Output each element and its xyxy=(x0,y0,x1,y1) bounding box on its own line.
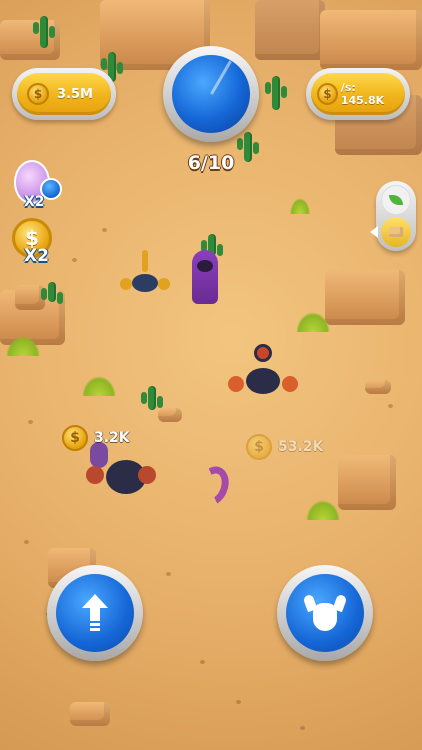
scorpion-monster-medium[interactable] xyxy=(228,340,298,402)
income-rate-value: /s: 145.8K xyxy=(340,81,385,107)
desert-shrub xyxy=(296,312,330,332)
footprint xyxy=(102,228,107,232)
purple-slime-monster[interactable] xyxy=(192,250,218,304)
cactus xyxy=(265,76,287,110)
spawn-timer-button[interactable] xyxy=(163,46,259,142)
panel-pointer-icon xyxy=(370,226,378,238)
rock-formation xyxy=(365,380,391,394)
coin-icon: $ xyxy=(317,83,338,105)
desert-shrub xyxy=(290,198,310,214)
desert-shrub xyxy=(6,336,40,356)
rock-formation xyxy=(70,702,110,726)
horned-monster-icon xyxy=(302,593,348,631)
rock-formation xyxy=(158,408,182,422)
cactus xyxy=(41,282,63,304)
footprint xyxy=(24,540,29,544)
floating-income: $ 53.2K xyxy=(246,434,323,460)
timer-icon xyxy=(172,55,250,133)
arrow-up-icon xyxy=(82,594,108,632)
footprint xyxy=(300,726,305,730)
scorpion-monster-small[interactable] xyxy=(120,250,170,296)
monster-collection-button[interactable] xyxy=(277,565,373,661)
toggle-rocks-button[interactable] xyxy=(381,217,411,247)
egg-booster-multiplier: X2 xyxy=(24,194,45,210)
desert-shrub xyxy=(82,376,116,396)
rock-formation xyxy=(325,270,405,325)
footprint xyxy=(166,572,171,576)
coin-icon: $ xyxy=(62,425,88,451)
footprint xyxy=(388,404,393,408)
rock-formation xyxy=(338,455,396,510)
egg-speed-booster[interactable]: X2 xyxy=(10,158,66,214)
floating-income-amount: 53.2K xyxy=(278,439,324,455)
rock-formation xyxy=(320,10,422,70)
coin-icon: $ xyxy=(27,83,49,105)
leaf-icon xyxy=(389,195,403,205)
coin-booster-multiplier: X2 xyxy=(24,246,49,266)
coin-icon: $ xyxy=(246,434,272,460)
upgrade-button[interactable] xyxy=(47,565,143,661)
footprint xyxy=(236,700,241,704)
floating-income-amount: 3.2K xyxy=(94,430,130,446)
footprint xyxy=(200,660,205,664)
sand-worm-monster[interactable] xyxy=(192,462,234,510)
footprint xyxy=(28,420,33,424)
footprint xyxy=(72,258,77,262)
coin-balance-value: 3.5M xyxy=(57,86,93,102)
decor-toggle-panel xyxy=(376,181,416,251)
rock-icon xyxy=(389,227,403,237)
income-rate: $ /s: 145.8K xyxy=(306,68,410,120)
cactus xyxy=(33,16,55,48)
rock-formation xyxy=(255,0,325,60)
floating-income: $ 3.2K xyxy=(62,425,130,451)
toggle-plants-button[interactable] xyxy=(381,185,411,215)
coin-balance: $ 3.5M xyxy=(12,68,116,120)
coin-multiplier-booster[interactable]: $ X2 xyxy=(10,218,66,270)
desert-shrub xyxy=(306,500,340,520)
cactus xyxy=(141,386,163,410)
